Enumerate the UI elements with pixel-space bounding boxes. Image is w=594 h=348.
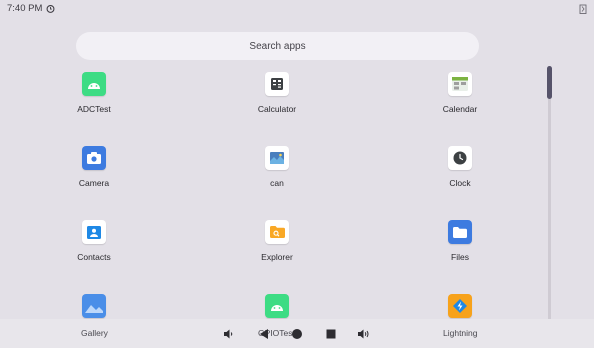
app-files[interactable]: Files bbox=[400, 220, 520, 270]
home-icon[interactable] bbox=[287, 324, 307, 344]
calendar-icon bbox=[448, 72, 472, 96]
files-folder-icon bbox=[448, 220, 472, 244]
recents-icon[interactable] bbox=[321, 324, 341, 344]
dock-label-gallery[interactable]: Gallery bbox=[81, 328, 108, 338]
app-can[interactable]: can bbox=[217, 146, 337, 196]
app-calculator[interactable]: Calculator bbox=[217, 72, 337, 122]
app-label: Contacts bbox=[77, 252, 111, 262]
gallery-icon bbox=[82, 294, 106, 318]
contacts-icon bbox=[82, 220, 106, 244]
can-icon bbox=[265, 146, 289, 170]
app-grid: ADCTest Calculator Calendar Camera can C… bbox=[0, 0, 594, 348]
clock-icon bbox=[448, 146, 472, 170]
app-clock[interactable]: Clock bbox=[400, 146, 520, 196]
app-label: Calculator bbox=[257, 104, 297, 114]
android-icon bbox=[265, 294, 289, 318]
app-label: can bbox=[270, 178, 284, 188]
app-explorer[interactable]: Explorer bbox=[217, 220, 337, 270]
app-label: ADCTest bbox=[77, 104, 111, 114]
lightning-icon bbox=[448, 294, 472, 318]
app-label: Files bbox=[451, 252, 469, 262]
app-label: Clock bbox=[449, 178, 471, 188]
app-contacts[interactable]: Contacts bbox=[34, 220, 154, 270]
app-adctest[interactable]: ADCTest bbox=[34, 72, 154, 122]
scrollbar-track[interactable] bbox=[548, 66, 551, 323]
scrollbar-thumb[interactable] bbox=[547, 66, 552, 99]
app-label: Calendar bbox=[442, 104, 478, 114]
volume-up-icon[interactable] bbox=[354, 324, 374, 344]
calculator-icon bbox=[265, 72, 289, 96]
camera-icon bbox=[82, 146, 106, 170]
android-icon bbox=[82, 72, 106, 96]
back-icon[interactable] bbox=[254, 324, 274, 344]
volume-down-icon[interactable] bbox=[219, 324, 239, 344]
app-camera[interactable]: Camera bbox=[34, 146, 154, 196]
app-label: Explorer bbox=[261, 252, 293, 262]
dock-label-lightning[interactable]: Lightning bbox=[443, 328, 478, 338]
app-label: Camera bbox=[78, 178, 110, 188]
app-calendar[interactable]: Calendar bbox=[400, 72, 520, 122]
folder-explorer-icon bbox=[265, 220, 289, 244]
